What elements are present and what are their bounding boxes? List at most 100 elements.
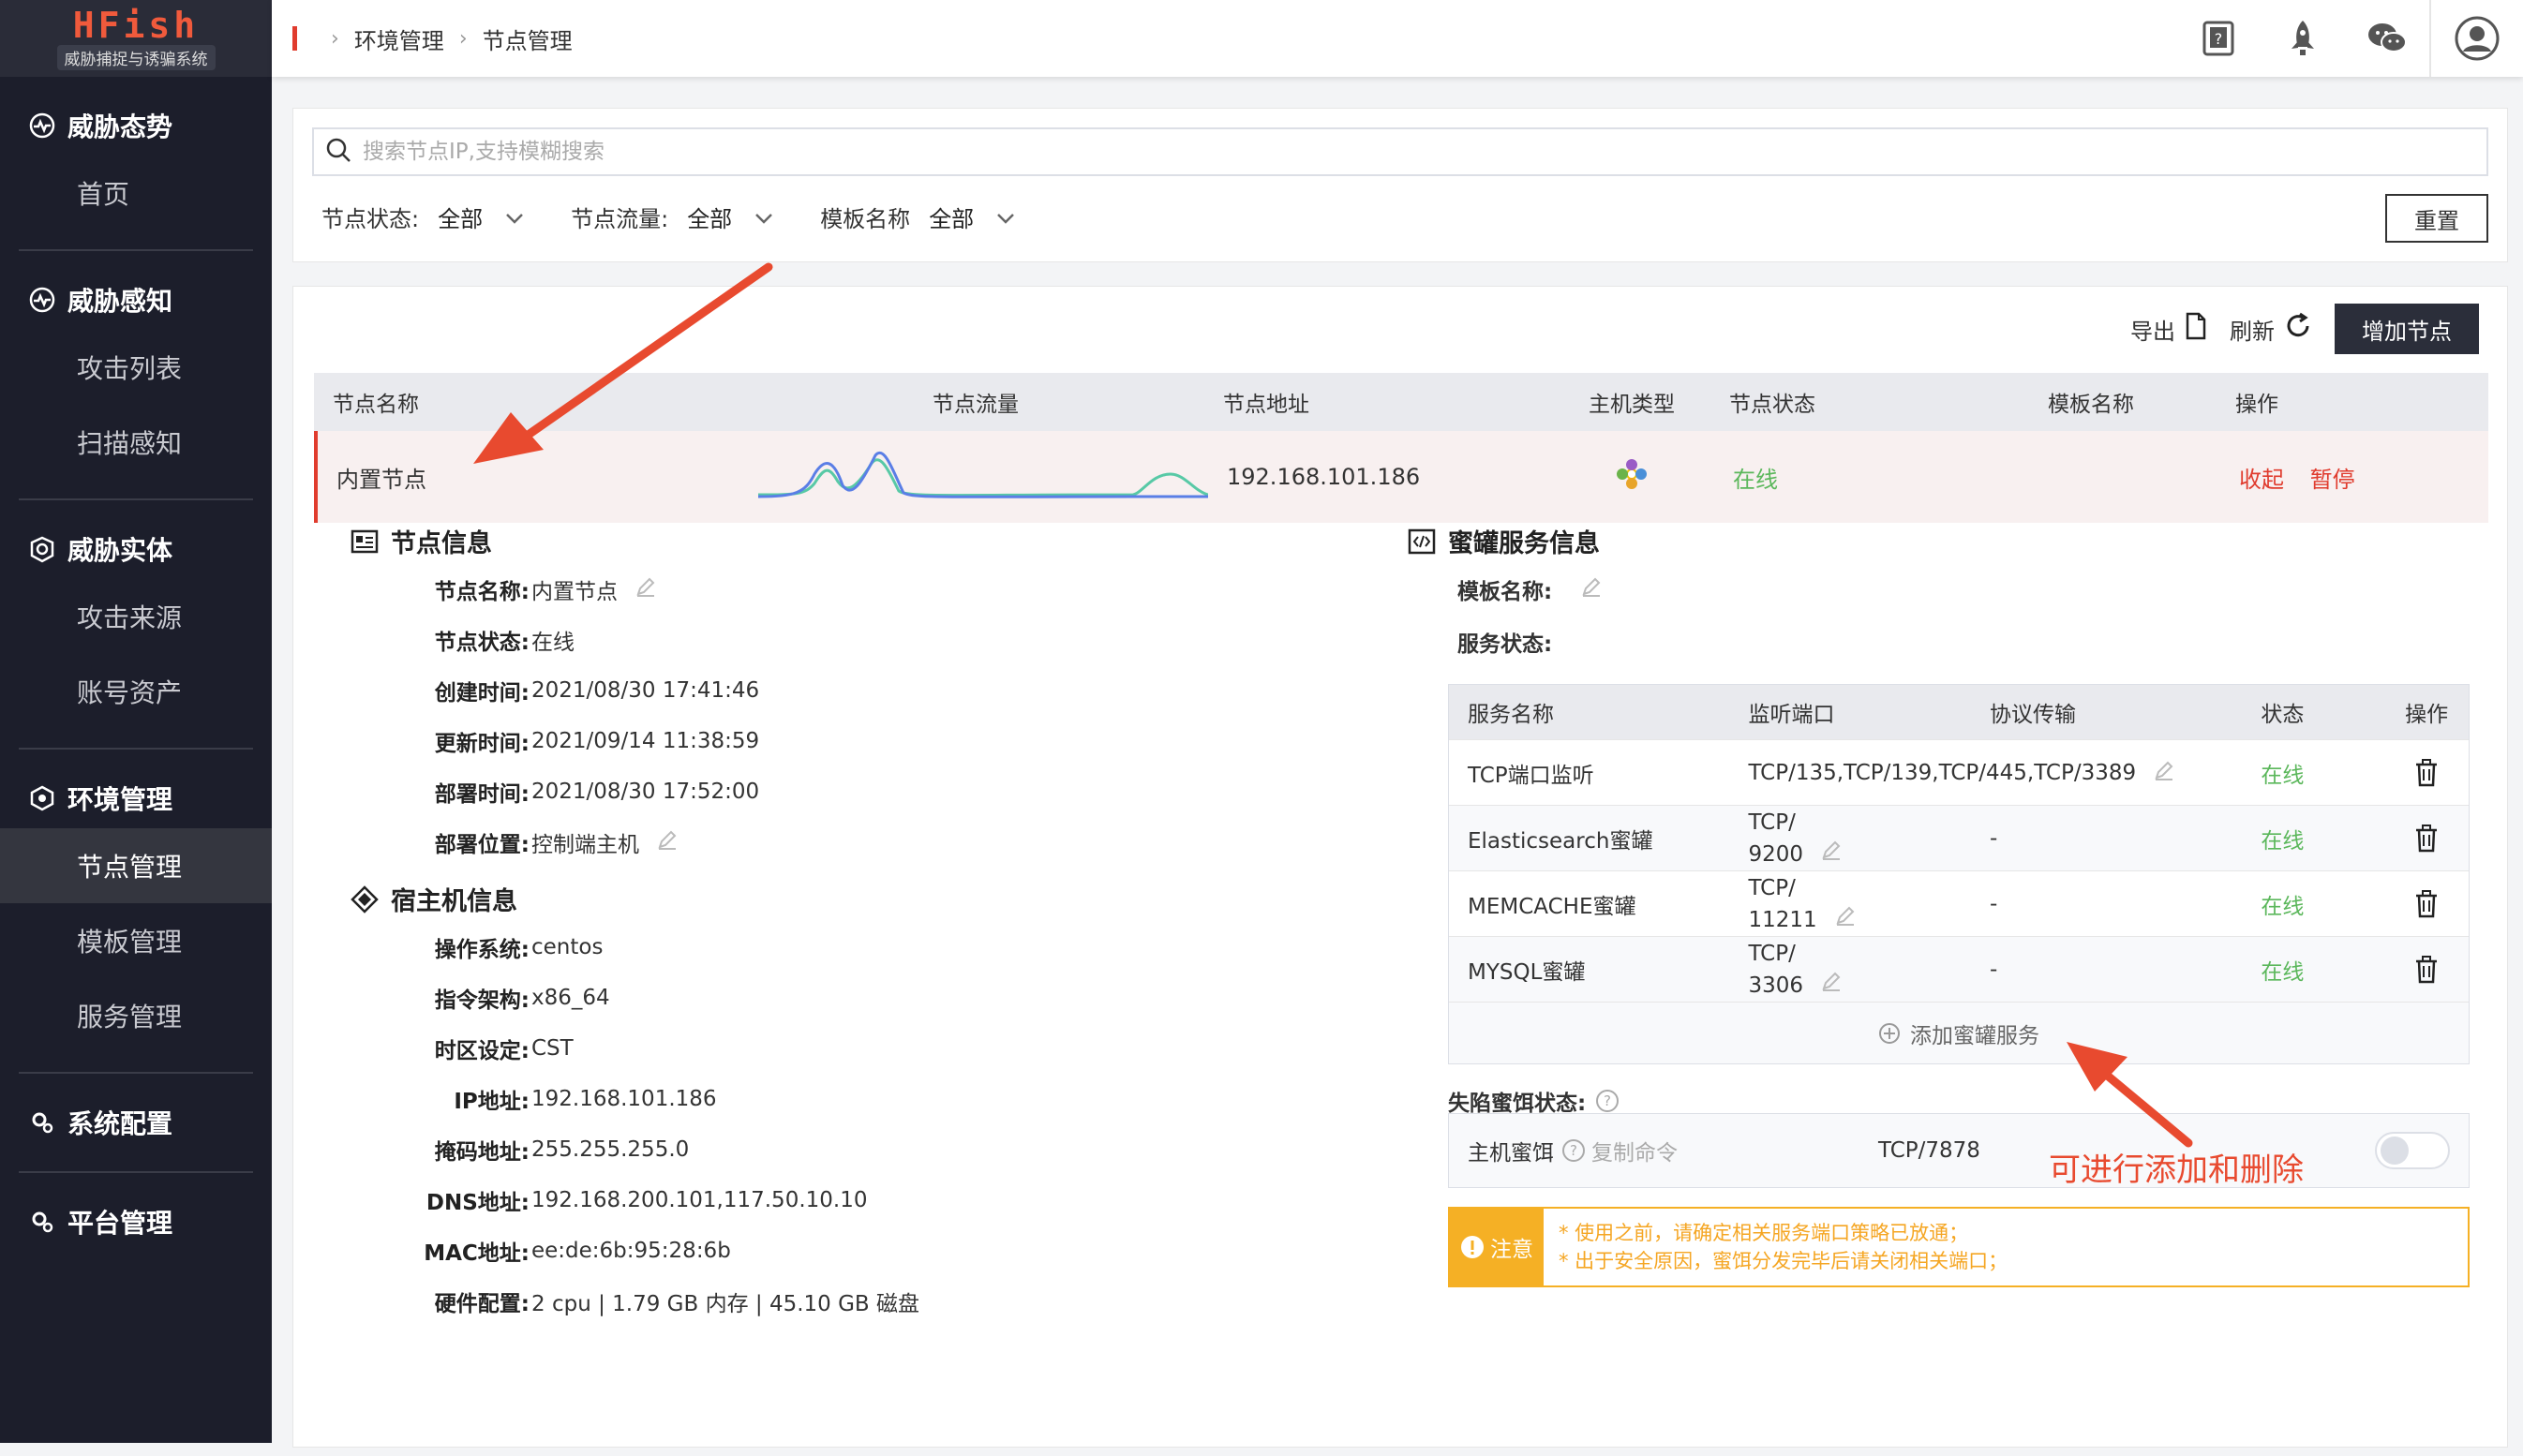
field-mac: MAC地址: ee:de:6b:95:28:6b bbox=[370, 1226, 919, 1276]
pause-link[interactable]: 暂停 bbox=[2310, 467, 2355, 493]
menu-head-system-config[interactable]: 系统配置 bbox=[0, 1092, 253, 1152]
menu-section-perception: 威胁感知 攻击列表 扫描感知 bbox=[19, 251, 253, 500]
question-circle-icon[interactable]: ? bbox=[1595, 1089, 1620, 1113]
top-header: › 环境管理 › 节点管理 ? bbox=[272, 0, 2523, 77]
refresh-button[interactable]: 刷新 bbox=[2230, 312, 2312, 346]
port-number: 9200 bbox=[1748, 841, 1803, 867]
menu-head-environment[interactable]: 环境管理 bbox=[0, 768, 253, 828]
menu-item-node-management[interactable]: 节点管理 bbox=[0, 828, 272, 903]
menu-head-label: 平台管理 bbox=[67, 1208, 173, 1239]
chevron-right-icon: › bbox=[331, 26, 339, 51]
menu-item-service-management[interactable]: 服务管理 bbox=[0, 978, 272, 1053]
trash-icon[interactable] bbox=[2384, 824, 2469, 853]
search-input[interactable] bbox=[363, 140, 2486, 164]
field-key: 指令架构: bbox=[434, 988, 530, 1013]
edit-icon[interactable] bbox=[656, 828, 679, 856]
port-number: 11211 bbox=[1748, 907, 1817, 932]
menu-item-home[interactable]: 首页 bbox=[0, 156, 272, 230]
menu-head-entity[interactable]: 威胁实体 bbox=[0, 519, 253, 579]
shield-icon bbox=[28, 535, 56, 563]
wechat-icon[interactable] bbox=[2345, 0, 2429, 77]
copy-command-link[interactable]: 复制命令 bbox=[1591, 1135, 1678, 1166]
port-number: 3306 bbox=[1748, 973, 1803, 998]
menu-item-scan[interactable]: 扫描感知 bbox=[0, 405, 272, 480]
menu-head-label: 系统配置 bbox=[67, 1108, 173, 1139]
field-deployed: 部署时间: 2021/08/30 17:52:00 bbox=[370, 766, 759, 817]
trash-icon[interactable] bbox=[2384, 758, 2469, 787]
trap-status-label: 失陷蜜饵状态: bbox=[1448, 1092, 1587, 1116]
edit-icon[interactable] bbox=[1820, 839, 1843, 870]
notice-tag: 注意 bbox=[1450, 1209, 1544, 1285]
menu-head-situation[interactable]: 威胁态势 bbox=[0, 96, 253, 156]
filter-template[interactable]: 模板名称 全部 bbox=[820, 201, 1015, 233]
edit-icon[interactable] bbox=[634, 575, 657, 603]
service-status: 在线 bbox=[2261, 763, 2305, 788]
notice-line: * 使用之前，请确定相关服务端口策略已放通； bbox=[1559, 1222, 1969, 1244]
filter-node-traffic[interactable]: 节点流量: 全部 bbox=[571, 201, 773, 233]
service-status-label: 服务状态: bbox=[1457, 632, 1553, 657]
filter-value: 全部 bbox=[929, 206, 975, 232]
field-location: 部署位置: 控制端主机 bbox=[370, 817, 759, 868]
table-row[interactable]: 内置节点 192.168.101.186 在线 收起 暂停 bbox=[314, 431, 2488, 523]
menu-item-attack-list[interactable]: 攻击列表 bbox=[0, 330, 272, 405]
filter-node-status[interactable]: 节点状态: 全部 bbox=[321, 201, 524, 233]
service-protocol: - bbox=[1989, 891, 1998, 916]
field-key: 操作系统: bbox=[434, 938, 530, 962]
service-status: 在线 bbox=[2261, 959, 2305, 985]
question-circle-icon[interactable]: ? bbox=[1561, 1138, 1586, 1163]
node-address: 192.168.101.186 bbox=[1227, 464, 1421, 490]
menu-item-attack-source[interactable]: 攻击来源 bbox=[0, 579, 272, 654]
service-row[interactable]: TCP端口监听 TCP/135,TCP/139,TCP/445,TCP/3389… bbox=[1449, 739, 2469, 805]
field-value: ee:de:6b:95:28:6b bbox=[531, 1239, 731, 1263]
add-service-button[interactable]: 添加蜜罐服务 bbox=[1449, 1002, 2469, 1063]
port-protocol: TCP/ bbox=[1748, 875, 1796, 900]
menu-head-perception[interactable]: 威胁感知 bbox=[0, 270, 253, 330]
notice-line: * 出于安全原因，蜜饵分发完毕后请关闭相关端口； bbox=[1559, 1250, 2008, 1272]
trash-icon[interactable] bbox=[2384, 955, 2469, 984]
edit-icon[interactable] bbox=[1820, 970, 1843, 1002]
logo[interactable]: HFish 威胁捕捉与诱骗系统 bbox=[0, 0, 272, 77]
rocket-icon[interactable] bbox=[2261, 0, 2345, 77]
collapse-link[interactable]: 收起 bbox=[2239, 467, 2284, 493]
filter-value: 全部 bbox=[687, 206, 733, 232]
chevron-down-icon bbox=[996, 204, 1015, 230]
node-panel: 导出 刷新 增加节点 节点名称 节点流量 节点地址 主机类型 节点状态 模板名称… bbox=[292, 286, 2508, 1448]
col-header: 监听端口 bbox=[1748, 703, 1835, 727]
field-netmask: 掩码地址: 255.255.255.0 bbox=[370, 1124, 919, 1175]
reset-button[interactable]: 重置 bbox=[2385, 194, 2488, 243]
avatar[interactable] bbox=[2429, 0, 2523, 77]
section-title: 节点信息 bbox=[391, 529, 492, 558]
field-value: 在线 bbox=[531, 631, 575, 655]
edit-icon[interactable] bbox=[2153, 759, 2175, 787]
port-value: TCP/135,TCP/139,TCP/445,TCP/3389 bbox=[1748, 760, 2137, 785]
add-service-label: 添加蜜罐服务 bbox=[1910, 1023, 2039, 1048]
edit-icon[interactable] bbox=[1834, 904, 1857, 936]
field-value: 255.255.255.0 bbox=[531, 1137, 690, 1162]
menu-head-platform-management[interactable]: 平台管理 bbox=[0, 1192, 253, 1252]
service-status: 在线 bbox=[2261, 894, 2305, 919]
col-header: 操作 bbox=[2235, 393, 2278, 417]
trap-toggle[interactable] bbox=[2375, 1132, 2450, 1169]
breadcrumb-item[interactable]: 环境管理 bbox=[354, 22, 444, 55]
export-label: 导出 bbox=[2130, 318, 2175, 345]
edit-icon[interactable] bbox=[1580, 575, 1603, 603]
help-book-icon[interactable]: ? bbox=[2176, 0, 2261, 77]
field-key: 部署时间: bbox=[434, 782, 530, 807]
menu-item-account-asset[interactable]: 账号资产 bbox=[0, 654, 272, 729]
service-row[interactable]: MEMCACHE蜜罐 TCP/ 11211 - 在线 bbox=[1449, 870, 2469, 936]
section-honeypot-info: 蜜罐服务信息 bbox=[1407, 523, 1600, 559]
field-key: 硬件配置: bbox=[434, 1292, 530, 1316]
dashboard-icon bbox=[28, 111, 56, 140]
refresh-icon bbox=[2284, 312, 2312, 346]
export-button[interactable]: 导出 bbox=[2130, 312, 2207, 346]
service-row[interactable]: MYSQL蜜罐 TCP/ 3306 - 在线 bbox=[1449, 936, 2469, 1002]
field-key: 节点名称: bbox=[434, 580, 530, 604]
warning-icon bbox=[1460, 1235, 1485, 1259]
col-header: 协议传输 bbox=[1989, 703, 2076, 727]
trash-icon[interactable] bbox=[2384, 889, 2469, 918]
service-row[interactable]: Elasticsearch蜜罐 TCP/ 9200 - 在线 bbox=[1449, 805, 2469, 870]
service-port: TCP/ 3306 bbox=[1748, 938, 1990, 1002]
add-node-button[interactable]: 增加节点 bbox=[2335, 304, 2479, 354]
node-status: 在线 bbox=[1733, 466, 1778, 493]
menu-item-template-management[interactable]: 模板管理 bbox=[0, 903, 272, 978]
